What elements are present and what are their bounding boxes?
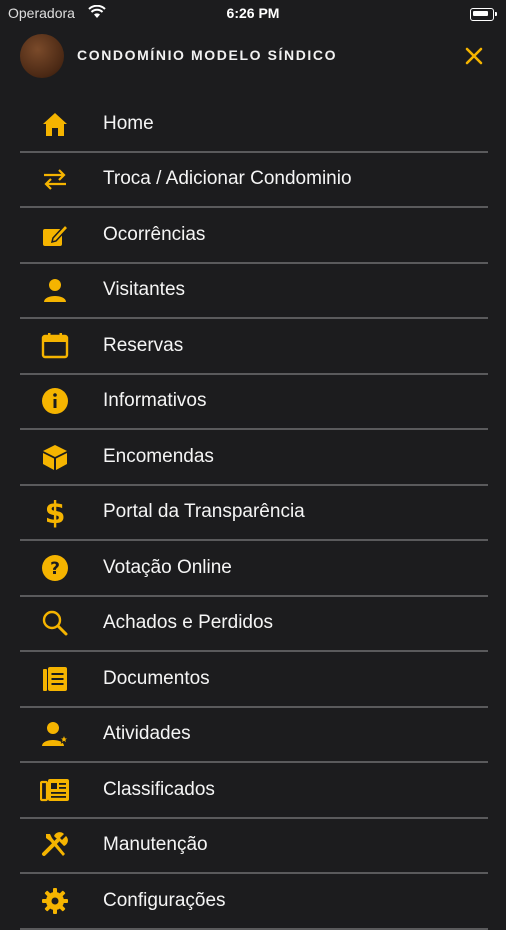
menu-item-visitantes[interactable]: Visitantes: [20, 264, 488, 319]
menu-item-manutencao[interactable]: Manutenção: [20, 819, 488, 874]
status-bar: Operadora 6:26 PM: [0, 0, 506, 28]
home-icon: [40, 109, 70, 139]
menu-item-label: Achados e Perdidos: [103, 612, 274, 634]
menu-item-swap-condominium[interactable]: Troca / Adicionar Condominio: [20, 153, 488, 208]
menu-item-ocorrencias[interactable]: Ocorrências: [20, 208, 488, 264]
condominium-title: CONDOMÍNIO MODELO SÍNDICO: [77, 47, 338, 63]
menu-item-label: Classificados: [103, 778, 215, 800]
close-button[interactable]: [460, 42, 488, 70]
document-icon: [40, 664, 70, 694]
menu-item-label: Portal da Transparência: [103, 501, 305, 523]
status-time: 6:26 PM: [226, 5, 280, 21]
svg-text:?: ?: [50, 559, 60, 579]
menu-item-label: Documentos: [103, 667, 210, 689]
menu-item-label: Troca / Adicionar Condominio: [103, 168, 352, 190]
edit-note-icon: [40, 220, 70, 250]
menu-item-informativos[interactable]: Informativos: [20, 375, 488, 430]
menu-item-votacao-online[interactable]: ? Votação Online: [20, 541, 488, 597]
menu-item-atividades[interactable]: Atividades: [20, 708, 488, 763]
menu-item-label: Encomendas: [103, 445, 214, 467]
swap-arrows-icon: [40, 164, 70, 194]
battery-icon: [470, 8, 497, 21]
person-icon: [40, 275, 70, 305]
menu-item-achados-perdidos[interactable]: Achados e Perdidos: [20, 597, 488, 652]
menu-item-configuracoes[interactable]: Configurações: [20, 874, 488, 930]
tools-icon: [40, 830, 70, 860]
info-icon: [40, 386, 70, 416]
gear-icon: [40, 886, 70, 916]
menu-item-label: Visitantes: [103, 279, 186, 301]
menu-item-label: Home: [103, 112, 154, 134]
menu-item-label: Manutenção: [103, 834, 208, 856]
package-icon: [40, 442, 70, 472]
menu-item-classificados[interactable]: Classificados: [20, 763, 488, 819]
menu-item-portal-transparencia[interactable]: $ Portal da Transparência: [20, 486, 488, 541]
close-icon: [465, 47, 483, 65]
menu-item-encomendas[interactable]: Encomendas: [20, 430, 488, 486]
question-icon: ?: [40, 553, 70, 583]
menu-item-label: Reservas: [103, 334, 184, 356]
menu-item-reservas[interactable]: Reservas: [20, 319, 488, 375]
dollar-icon: $: [40, 496, 70, 528]
drawer-header: CONDOMÍNIO MODELO SÍNDICO: [0, 28, 506, 88]
menu-item-label: Ocorrências: [103, 223, 206, 245]
menu-item-label: Votação Online: [103, 556, 232, 578]
avatar[interactable]: [20, 34, 64, 78]
menu-item-documentos[interactable]: Documentos: [20, 652, 488, 708]
person-star-icon: [40, 719, 70, 749]
menu-item-label: Atividades: [103, 723, 191, 745]
svg-text:$: $: [45, 496, 66, 528]
newspaper-icon: [40, 775, 70, 805]
menu-item-label: Informativos: [103, 390, 207, 412]
menu-item-label: Configurações: [103, 889, 226, 911]
calendar-icon: [40, 331, 70, 361]
menu-item-home[interactable]: Home: [20, 97, 488, 153]
side-menu: Home Troca / Adicionar Condominio Ocorrê…: [20, 97, 488, 930]
search-icon: [40, 608, 70, 638]
